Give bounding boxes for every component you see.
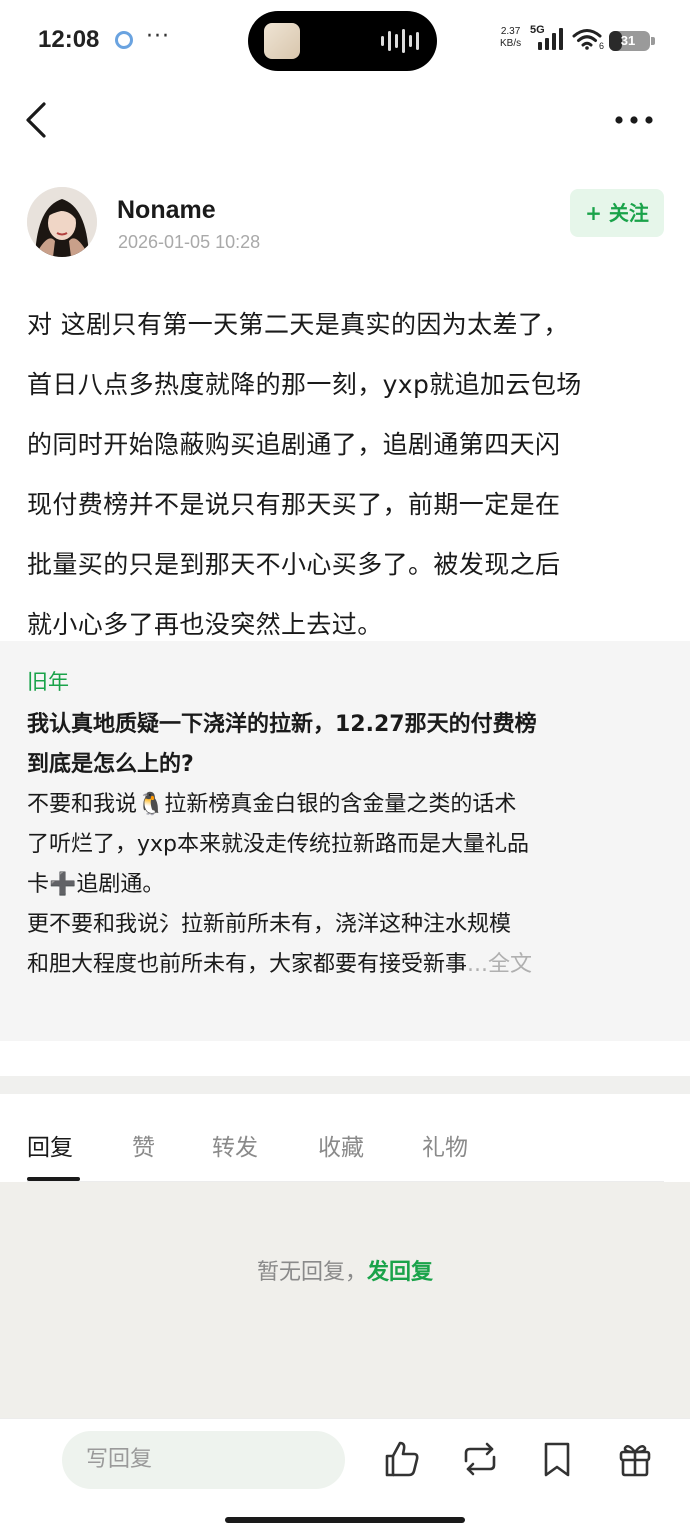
quoted-post[interactable]: 旧年 我认真地质疑一下浇洋的拉新，12.27那天的付费榜 到底是怎么上的? 不要… (0, 641, 690, 1041)
tab-replies[interactable]: 回复 (27, 1128, 73, 1162)
follow-button[interactable]: + 关注 (570, 189, 664, 237)
wifi-icon: 6 (572, 29, 604, 50)
media-thumbnail (264, 23, 300, 59)
full-text-link[interactable]: ...全文 (467, 952, 532, 977)
network-speed: 2.37 KB/s (500, 26, 521, 50)
post-body: 对 这剧只有第一天第二天是真实的因为太差了， 首日八点多热度就降的那一刻，yxp… (27, 295, 667, 655)
network-speed-value: 2.37 (500, 26, 521, 37)
author-name[interactable]: Noname (117, 196, 216, 225)
battery-level: 31 (620, 33, 636, 48)
quoted-text: 我认真地质疑一下浇洋的拉新，12.27那天的付费榜 到底是怎么上的? 不要和我说… (27, 705, 667, 985)
avatar[interactable] (27, 187, 97, 257)
back-button[interactable] (20, 98, 56, 142)
bookmark-icon[interactable] (537, 1439, 577, 1479)
dynamic-island (248, 11, 437, 71)
quoted-body-line: 不要和我说🐧拉新榜真金白银的含金量之类的话术 (27, 792, 517, 817)
status-time: 12:08 (38, 26, 100, 53)
quoted-title-line: 到底是怎么上的? (27, 752, 194, 777)
quoted-body-line: 更不要和我说氵拉新前所未有，浇洋这种注水规模 (27, 912, 512, 937)
quoted-body-line: 了听烂了，yxp本来就没走传统拉新路而是大量礼品 (27, 832, 530, 857)
gift-icon[interactable] (615, 1439, 655, 1479)
battery-icon: 31 (609, 31, 655, 51)
post-line: 批量买的只是到那天不小心买多了。被发现之后 (27, 550, 561, 579)
more-horizontal-icon (615, 116, 653, 124)
tab-reposts[interactable]: 转发 (212, 1128, 258, 1162)
thumbs-up-icon[interactable] (382, 1439, 422, 1479)
audio-wave-icon (381, 29, 419, 53)
tab-gifts[interactable]: 礼物 (422, 1128, 468, 1162)
section-divider (0, 1076, 690, 1094)
post-line: 对 这剧只有第一天第二天是真实的因为太差了， (27, 310, 569, 339)
empty-replies-text: 暂无回复， (256, 1260, 367, 1285)
empty-replies-message: 暂无回复，发回复 (0, 1254, 690, 1286)
bottom-action-bar: 写回复 (0, 1418, 690, 1533)
more-button[interactable] (610, 102, 658, 138)
tab-likes[interactable]: 赞 (132, 1128, 155, 1162)
app-notification-icon (115, 31, 133, 49)
network-speed-unit: KB/s (500, 38, 522, 49)
status-more-dots: ··· (146, 24, 170, 49)
interaction-tabs: 回复 赞 转发 收藏 礼物 (0, 1094, 690, 1182)
quoted-body-line: 和胆大程度也前所未有，大家都要有接受新事 (27, 952, 468, 977)
reply-list: 暂无回复，发回复 (0, 1182, 690, 1418)
quoted-title-line: 我认真地质疑一下浇洋的拉新，12.27那天的付费榜 (27, 712, 537, 737)
wifi-badge: 6 (599, 41, 604, 50)
post-timestamp: 2026-01-05 10:28 (118, 232, 261, 252)
signal-icon (538, 28, 563, 50)
post-line: 的同时开始隐蔽购买追剧通了，追剧通第四天闪 (27, 430, 561, 459)
top-nav (0, 92, 690, 148)
tab-favorites[interactable]: 收藏 (318, 1128, 364, 1162)
quoted-author[interactable]: 旧年 (27, 666, 69, 696)
avatar-image (27, 187, 97, 257)
post-reply-link[interactable]: 发回复 (367, 1260, 433, 1285)
reply-input[interactable]: 写回复 (62, 1431, 345, 1489)
post-line: 首日八点多热度就降的那一刻，yxp就追加云包场 (27, 370, 582, 399)
home-indicator (225, 1517, 465, 1523)
quoted-body-line: 卡➕追剧通。 (27, 872, 165, 897)
status-bar: 12:08 ··· 2.37 KB/s 5G 6 31 (0, 0, 690, 82)
quoted-body-last: 和胆大程度也前所未有，大家都要有接受新事...全文 (27, 945, 667, 985)
repost-icon[interactable] (460, 1439, 500, 1479)
chevron-left-icon (26, 102, 46, 138)
post-line: 现付费榜并不是说只有那天买了，前期一定是在 (27, 490, 561, 519)
